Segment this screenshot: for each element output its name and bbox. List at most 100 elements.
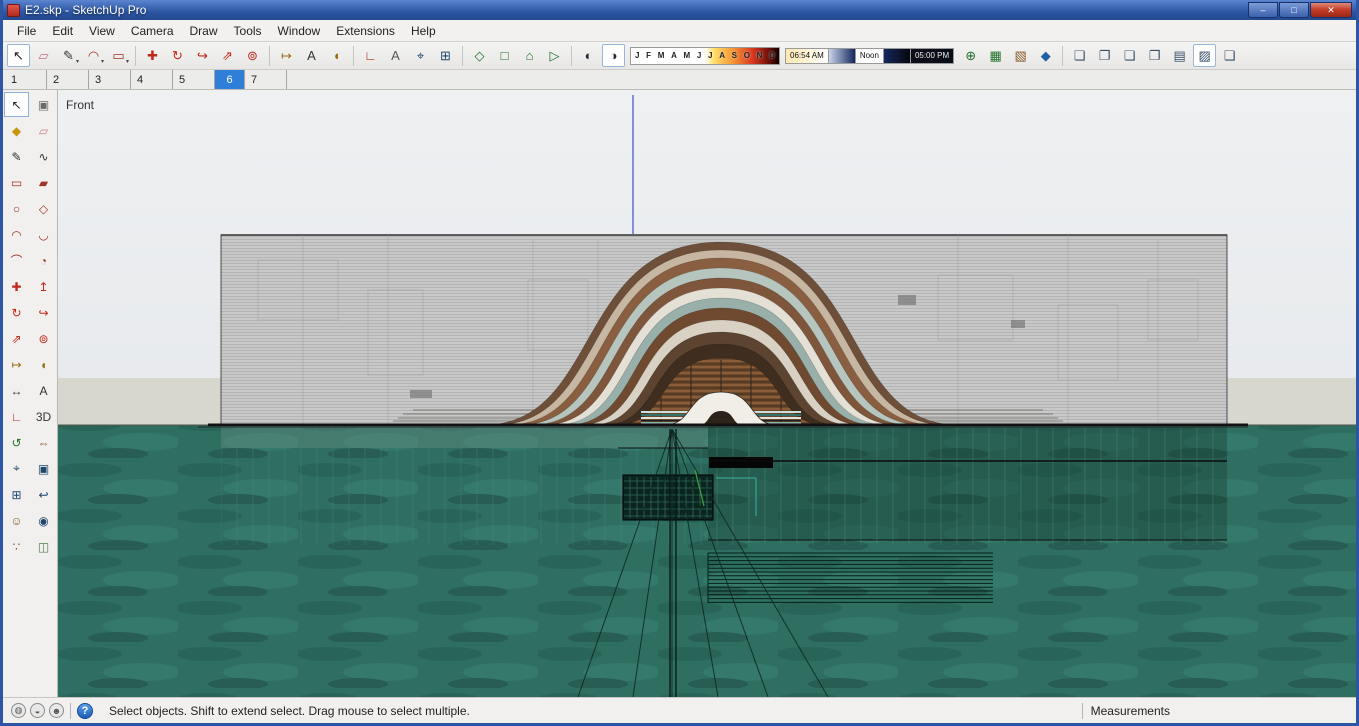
scene-tab-2[interactable]: 2 bbox=[47, 70, 89, 89]
select-button[interactable]: ↖ bbox=[7, 44, 30, 67]
eraser-button[interactable]: ▱ bbox=[32, 44, 55, 67]
measurements-input[interactable] bbox=[1178, 701, 1348, 720]
circle-tool-button[interactable]: ○ bbox=[4, 196, 29, 221]
tape-measure-button[interactable]: ↦ bbox=[275, 44, 298, 67]
scene-tab-7[interactable]: 7 bbox=[245, 70, 287, 89]
follow-me-button[interactable]: ↪ bbox=[191, 44, 214, 67]
protractor-button[interactable]: ◖ bbox=[325, 44, 348, 67]
titlebar[interactable]: E2.skp - SketchUp Pro – □ ✕ bbox=[3, 0, 1356, 20]
menu-item-help[interactable]: Help bbox=[403, 21, 444, 41]
view-right-button[interactable]: ▷ bbox=[543, 44, 566, 67]
axes-tool-button[interactable]: ∟ bbox=[4, 404, 29, 429]
shadow-time-slider[interactable]: 06:54 AM Noon 05:00 PM bbox=[785, 47, 955, 65]
view-front-button[interactable]: ⌂ bbox=[518, 44, 541, 67]
look-around-tool-button[interactable]: ◉ bbox=[31, 508, 56, 533]
make-component-tool-button[interactable]: ▣ bbox=[31, 92, 56, 117]
minimize-button[interactable]: – bbox=[1248, 2, 1278, 18]
extension-warehouse-button[interactable]: ◆ bbox=[1034, 44, 1057, 67]
shapes-button[interactable]: ▭ ▾ bbox=[107, 44, 130, 67]
view-iso-button[interactable]: ◇ bbox=[468, 44, 491, 67]
toggle-terrain-button[interactable]: ▦ bbox=[984, 44, 1007, 67]
rotate-tool-button[interactable]: ↻ bbox=[4, 300, 29, 325]
orbit-tool-button[interactable]: ↺ bbox=[4, 430, 29, 455]
dropdown-arrow-icon[interactable]: ▾ bbox=[76, 59, 79, 65]
shadow-time-start[interactable]: 06:54 AM bbox=[785, 47, 829, 64]
geolocation-icon[interactable]: ◍ bbox=[11, 703, 26, 718]
add-location-button[interactable]: ⊕ bbox=[959, 44, 982, 67]
menu-item-file[interactable]: File bbox=[9, 21, 44, 41]
menu-item-edit[interactable]: Edit bbox=[44, 21, 81, 41]
eraser-tool-button[interactable]: ▱ bbox=[31, 118, 56, 143]
section-plane-tool-button[interactable]: ◫ bbox=[31, 534, 56, 559]
page-copy-button[interactable]: ❐ bbox=[1093, 44, 1116, 67]
zoom-extents-button[interactable]: ⊞ bbox=[434, 44, 457, 67]
menu-item-window[interactable]: Window bbox=[270, 21, 329, 41]
view-top-button[interactable]: □ bbox=[493, 44, 516, 67]
pie-tool-button[interactable]: ◔ bbox=[31, 248, 56, 273]
page-settings-button[interactable]: ❏ bbox=[1218, 44, 1241, 67]
page-prev-button[interactable]: ❏ bbox=[1118, 44, 1141, 67]
scene-tab-6[interactable]: 6 bbox=[215, 70, 245, 89]
help-icon[interactable]: ? bbox=[77, 702, 93, 719]
3d-text-tool-button[interactable]: 3D bbox=[31, 404, 56, 429]
page-list-button[interactable]: ▤ bbox=[1168, 44, 1191, 67]
menu-item-extensions[interactable]: Extensions bbox=[328, 21, 403, 41]
move-button[interactable]: ✚ bbox=[141, 44, 164, 67]
three-point-arc-tool-button[interactable]: ⌒ bbox=[4, 248, 29, 273]
menu-item-camera[interactable]: Camera bbox=[123, 21, 182, 41]
scale-button[interactable]: ⇗ bbox=[216, 44, 239, 67]
zoom-button[interactable]: ⌖ bbox=[409, 44, 432, 67]
scene-tab-1[interactable]: 1 bbox=[5, 70, 47, 89]
position-camera-tool-button[interactable]: ☺ bbox=[4, 508, 29, 533]
page-add-button[interactable]: ❏ bbox=[1068, 44, 1091, 67]
dropdown-arrow-icon[interactable]: ▾ bbox=[126, 59, 129, 65]
move-tool-button[interactable]: ✚ bbox=[4, 274, 29, 299]
rotated-rectangle-tool-button[interactable]: ▰ bbox=[31, 170, 56, 195]
text-tool-button[interactable]: A bbox=[31, 378, 56, 403]
push-pull-tool-button[interactable]: ↥ bbox=[31, 274, 56, 299]
scene-tab-3[interactable]: 3 bbox=[89, 70, 131, 89]
offset-tool-button[interactable]: ⊚ bbox=[31, 326, 56, 351]
shadow-month-slider[interactable]: JFMAMJJASOND bbox=[630, 46, 780, 65]
close-button[interactable]: ✕ bbox=[1310, 2, 1352, 18]
polygon-tool-button[interactable]: ◇ bbox=[31, 196, 56, 221]
previous-view-tool-button[interactable]: ↩ bbox=[31, 482, 56, 507]
tape-measure-tool-button[interactable]: ↦ bbox=[4, 352, 29, 377]
zoom-extents-tool-button[interactable]: ⊞ bbox=[4, 482, 29, 507]
follow-me-tool-button[interactable]: ↪ bbox=[31, 300, 56, 325]
text-button[interactable]: A bbox=[384, 44, 407, 67]
paint-bucket-tool-button[interactable]: ◆ bbox=[4, 118, 29, 143]
arc-button[interactable]: ◠ ▾ bbox=[82, 44, 105, 67]
zoom-tool-button[interactable]: ⌖ bbox=[4, 456, 29, 481]
pan-tool-button[interactable]: ⇔ bbox=[31, 430, 56, 455]
select-tool-button[interactable]: ↖ bbox=[4, 92, 29, 117]
model-canvas[interactable] bbox=[58, 90, 1356, 697]
scene-tab-5[interactable]: 5 bbox=[173, 70, 215, 89]
scene-tab-4[interactable]: 4 bbox=[131, 70, 173, 89]
offset-button[interactable]: ⊚ bbox=[241, 44, 264, 67]
page-next-button[interactable]: ❐ bbox=[1143, 44, 1166, 67]
dimension-button[interactable]: A bbox=[300, 44, 323, 67]
line-tool-button[interactable]: ✎ bbox=[4, 144, 29, 169]
model-viewport[interactable]: Front bbox=[58, 90, 1356, 697]
shadow-time-end[interactable]: 05:00 PM bbox=[909, 47, 955, 64]
axes-button[interactable]: ∟ bbox=[359, 44, 382, 67]
user-icon[interactable]: ☻ bbox=[49, 703, 64, 718]
menu-item-draw[interactable]: Draw bbox=[182, 21, 226, 41]
shadow-settings-button[interactable]: ◐ bbox=[577, 44, 600, 67]
protractor-tool-button[interactable]: ◖ bbox=[31, 352, 56, 377]
line-button[interactable]: ✎ ▾ bbox=[57, 44, 80, 67]
freehand-tool-button[interactable]: ∿ bbox=[31, 144, 56, 169]
rotate-button[interactable]: ↻ bbox=[166, 44, 189, 67]
maximize-button[interactable]: □ bbox=[1279, 2, 1309, 18]
menu-item-tools[interactable]: Tools bbox=[226, 21, 270, 41]
arc-tool-button[interactable]: ◠ bbox=[4, 222, 29, 247]
photo-textures-button[interactable]: ▧ bbox=[1009, 44, 1032, 67]
dropdown-arrow-icon[interactable]: ▾ bbox=[101, 59, 104, 65]
two-point-arc-tool-button[interactable]: ◡ bbox=[31, 222, 56, 247]
zoom-window-tool-button[interactable]: ▣ bbox=[31, 456, 56, 481]
dimension-tool-button[interactable]: ↔ bbox=[4, 378, 29, 403]
credits-icon[interactable]: ◒ bbox=[30, 703, 45, 718]
page-style-button[interactable]: ▨ bbox=[1193, 44, 1217, 67]
rectangle-tool-button[interactable]: ▭ bbox=[4, 170, 29, 195]
